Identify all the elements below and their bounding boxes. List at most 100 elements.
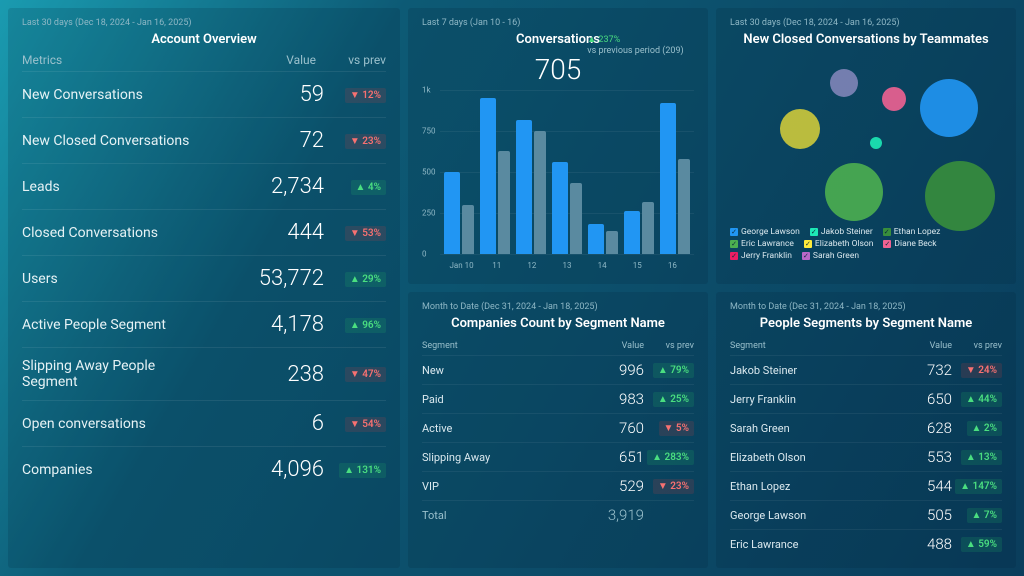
row-value: 651	[584, 448, 644, 466]
legend-item[interactable]: ✓ Diane Beck	[883, 239, 936, 249]
bar-group[interactable]	[660, 103, 690, 254]
bubble[interactable]	[825, 163, 883, 221]
table-row[interactable]: Slipping Away 651 ▲ 283%	[422, 442, 694, 471]
x-tick: 16	[655, 261, 690, 270]
legend-item[interactable]: ✓ Elizabeth Olson	[804, 239, 874, 249]
conversations-panel: Last 7 days (Jan 10 - 16) Conversations …	[408, 8, 708, 284]
table-row[interactable]: Jakob Steiner 732 ▼ 24%	[730, 355, 1002, 384]
checkbox-icon: ✓	[730, 252, 738, 260]
delta-badge: ▲ 147%	[955, 479, 1002, 494]
delta-badge: ▼ 12%	[345, 88, 386, 103]
table-row[interactable]: Sarah Green 628 ▲ 2%	[730, 413, 1002, 442]
metric-value: 4,178	[214, 312, 324, 337]
bar-previous	[642, 202, 654, 254]
bar-group[interactable]	[480, 98, 510, 254]
companies-panel: Month to Date (Dec 31, 2024 - Jan 18, 20…	[408, 292, 708, 568]
metric-row[interactable]: New Closed Conversations 72 ▼ 23%	[22, 117, 386, 163]
table-row[interactable]: New 996 ▲ 79%	[422, 355, 694, 384]
bar-group[interactable]	[552, 162, 582, 254]
total-row: Total 3,919	[422, 500, 694, 529]
row-value: 760	[584, 419, 644, 437]
legend-item[interactable]: ✓ Eric Lawrance	[730, 239, 794, 249]
metric-row[interactable]: Active People Segment 4,178 ▲ 96%	[22, 301, 386, 347]
bar-group[interactable]	[624, 202, 654, 254]
delta-badge: ▲ 131%	[339, 463, 386, 478]
bar-current	[660, 103, 676, 254]
metric-label: Leads	[22, 179, 214, 195]
row-label: Ethan Lopez	[730, 480, 892, 493]
metric-value: 444	[214, 220, 324, 245]
table-row[interactable]: Ethan Lopez 544 ▲ 147%	[730, 471, 1002, 500]
delta-badge: ▼ 53%	[345, 226, 386, 241]
metric-label: Companies	[22, 462, 214, 478]
conversations-bar-chart[interactable]: 0 250 500 750 1k Jan 10111213141516	[422, 90, 694, 270]
bar-current	[552, 162, 568, 254]
legend-item[interactable]: ✓ Jakob Steiner	[810, 227, 873, 237]
bar-group[interactable]	[444, 172, 474, 254]
row-value: 732	[892, 361, 952, 379]
metric-row[interactable]: Companies 4,096 ▲ 131%	[22, 446, 386, 492]
col-vsprev: vs prev	[952, 341, 1002, 351]
col-value: Value	[236, 53, 316, 67]
table-row[interactable]: Active 760 ▼ 5%	[422, 413, 694, 442]
bubble[interactable]	[920, 79, 978, 137]
bubble[interactable]	[830, 69, 858, 97]
delta-badge: ▲ 4%	[351, 180, 386, 195]
bar-group[interactable]	[516, 120, 546, 254]
legend-item[interactable]: ✓ George Lawson	[730, 227, 800, 237]
legend-item[interactable]: ✓ Jerry Franklin	[730, 251, 792, 261]
delta-badge: ▼ 24%	[961, 363, 1002, 378]
legend-item[interactable]: ✓ Ethan Lopez	[883, 227, 941, 237]
delta-badge: ▲ 2%	[967, 421, 1002, 436]
bar-current	[480, 98, 496, 254]
table-row[interactable]: Jerry Franklin 650 ▲ 44%	[730, 384, 1002, 413]
bubble[interactable]	[925, 161, 995, 231]
legend-label: Elizabeth Olson	[815, 239, 874, 249]
table-row[interactable]: George Lawson 505 ▲ 7%	[730, 500, 1002, 529]
row-label: George Lawson	[730, 509, 892, 522]
delta-badge: ▼ 23%	[345, 134, 386, 149]
bubble[interactable]	[780, 109, 820, 149]
conversations-title: Conversations	[422, 32, 694, 47]
bubble[interactable]	[882, 87, 906, 111]
table-row[interactable]: VIP 529 ▼ 23%	[422, 471, 694, 500]
companies-header-row: Segment Value vs prev	[422, 337, 694, 355]
col-value: Value	[584, 341, 644, 351]
row-label: Paid	[422, 393, 584, 406]
metric-row[interactable]: Closed Conversations 444 ▼ 53%	[22, 209, 386, 255]
companies-title: Companies Count by Segment Name	[422, 316, 694, 331]
row-label: Eric Lawrance	[730, 538, 892, 551]
metric-row[interactable]: Leads 2,734 ▲ 4%	[22, 163, 386, 209]
delta-badge: ▲ 44%	[961, 392, 1002, 407]
delta-badge: ▲ 59%	[961, 537, 1002, 552]
bar-previous	[534, 131, 546, 254]
table-row[interactable]: Eric Lawrance 488 ▲ 59%	[730, 529, 1002, 558]
row-value: 650	[892, 390, 952, 408]
table-row[interactable]: Paid 983 ▲ 25%	[422, 384, 694, 413]
row-value: 505	[892, 506, 952, 524]
metric-row[interactable]: Slipping Away People Segment 238 ▼ 47%	[22, 347, 386, 400]
people-header-row: Segment Value vs prev	[730, 337, 1002, 355]
col-metrics: Metrics	[22, 53, 236, 67]
metric-label: Slipping Away People Segment	[22, 358, 214, 390]
metric-row[interactable]: New Conversations 59 ▼ 12%	[22, 71, 386, 117]
row-value: 529	[584, 477, 644, 495]
table-row[interactable]: Elizabeth Olson 553 ▲ 13%	[730, 442, 1002, 471]
bubble-chart[interactable]	[730, 53, 1002, 223]
bubbles-period: Last 30 days (Dec 18, 2024 - Jan 16, 202…	[730, 18, 1002, 28]
col-value: Value	[892, 341, 952, 351]
checkbox-icon: ✓	[802, 252, 810, 260]
bar-previous	[570, 183, 582, 254]
legend-item[interactable]: ✓ Sarah Green	[802, 251, 859, 261]
bubble[interactable]	[870, 137, 882, 149]
metric-row[interactable]: Open conversations 6 ▼ 54%	[22, 400, 386, 446]
overview-title: Account Overview	[22, 32, 386, 47]
x-tick: Jan 10	[444, 261, 479, 270]
metric-value: 53,772	[214, 266, 324, 291]
metric-row[interactable]: Users 53,772 ▲ 29%	[22, 255, 386, 301]
bar-group[interactable]	[588, 224, 618, 254]
metric-value: 4,096	[214, 457, 324, 482]
bar-previous	[678, 159, 690, 254]
people-period: Month to Date (Dec 31, 2024 - Jan 18, 20…	[730, 302, 1002, 312]
checkbox-icon: ✓	[883, 228, 891, 236]
